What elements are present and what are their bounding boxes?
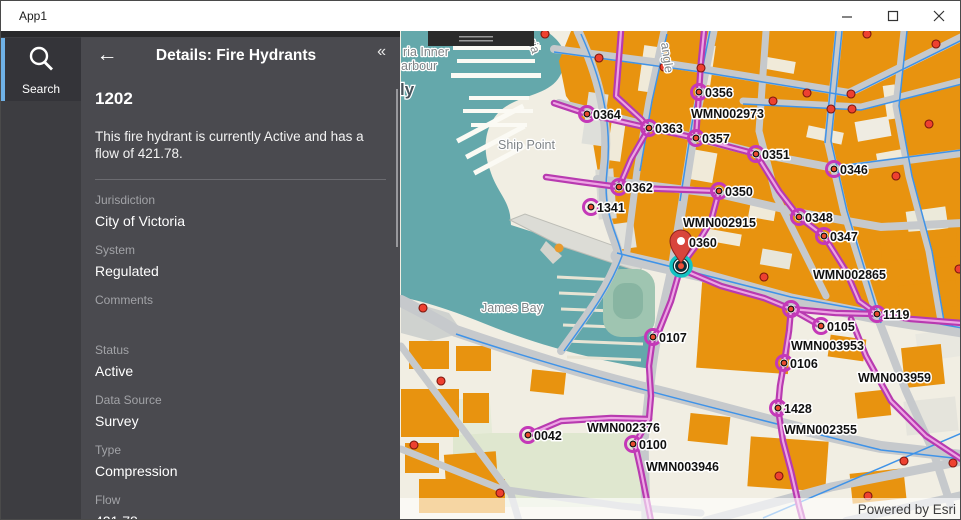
main-label: WMN003959 xyxy=(858,371,931,385)
main-label: WMN003946 xyxy=(646,460,719,474)
main-label: WMN002973 xyxy=(691,107,764,121)
place-label: ly xyxy=(400,80,415,99)
map-view[interactable]: 0364 0356 0363 0357 0351 0346 0362 0350 … xyxy=(400,31,961,520)
collapse-panel-button[interactable]: « xyxy=(377,43,386,61)
hydrant-label: 1428 xyxy=(784,402,812,416)
minimize-button[interactable] xyxy=(824,1,870,31)
hydrant-label: 0356 xyxy=(705,86,733,100)
main-label: WMN002376 xyxy=(587,421,660,435)
field-label: Flow xyxy=(95,493,385,507)
hydrant-label: 0105 xyxy=(827,320,855,334)
hydrant-label: 0364 xyxy=(593,108,621,122)
hydrant-label: 0107 xyxy=(659,331,687,345)
hydrant-label: 1119 xyxy=(883,308,909,322)
hydrant-label: 0350 xyxy=(725,185,753,199)
map-overlay-handle[interactable] xyxy=(428,31,534,46)
hydrant-label: 0106 xyxy=(790,357,818,371)
field-value: Compression xyxy=(95,463,385,479)
selected-hydrant-label: 0360 xyxy=(689,236,717,250)
field-label: System xyxy=(95,243,385,257)
divider xyxy=(95,179,386,180)
window-title: App1 xyxy=(19,9,47,23)
field-value: Survey xyxy=(95,413,385,429)
app-window: App1 Search ← Details: Fire Hydrants xyxy=(0,0,961,520)
place-label: arbour xyxy=(401,59,437,73)
feature-description: This fire hydrant is currently Active an… xyxy=(95,128,387,162)
hydrant-label: 0357 xyxy=(702,132,730,146)
field-type: Type Compression xyxy=(95,443,385,479)
park-inner xyxy=(613,283,643,319)
hydrant-label: 0347 xyxy=(830,230,858,244)
hydrant-label: 0362 xyxy=(625,181,653,195)
field-value: City of Victoria xyxy=(95,213,385,229)
details-panel: ← Details: Fire Hydrants « 1202 This fir… xyxy=(81,37,400,520)
close-button[interactable] xyxy=(916,1,961,31)
hydrant-label: 0348 xyxy=(805,211,833,225)
field-data-source: Data Source Survey xyxy=(95,393,385,429)
close-icon xyxy=(933,10,945,22)
main-label: WMN002865 xyxy=(813,268,886,282)
hydrant-label: 1341 xyxy=(597,201,625,215)
hydrant-label: 0363 xyxy=(655,122,683,136)
field-label: Status xyxy=(95,343,385,357)
fuel-dock-marker xyxy=(555,244,564,253)
hydrant-label: 0351 xyxy=(762,148,790,162)
field-status: Status Active xyxy=(95,343,385,379)
main-label: WMN002915 xyxy=(683,216,756,230)
hydrant-label: 0100 xyxy=(639,438,667,452)
nav-rail: Search xyxy=(1,37,81,520)
field-value: 421.78 xyxy=(95,513,385,520)
field-value: Active xyxy=(95,363,385,379)
field-label: Type xyxy=(95,443,385,457)
field-label: Data Source xyxy=(95,393,385,407)
attribution-text: Powered by Esri xyxy=(858,502,956,517)
minimize-icon xyxy=(841,10,853,22)
title-bar: App1 xyxy=(1,1,961,31)
panel-title: Details: Fire Hydrants xyxy=(121,47,351,65)
search-icon xyxy=(1,44,81,79)
field-label: Comments xyxy=(95,293,385,307)
field-label: Jurisdiction xyxy=(95,193,385,207)
sidebar-item-search[interactable]: Search xyxy=(1,38,81,101)
hydrant-label: 0346 xyxy=(840,163,868,177)
place-label-ship-point: Ship Point xyxy=(498,138,556,152)
field-flow: Flow 421.78 xyxy=(95,493,385,520)
search-label: Search xyxy=(1,82,81,96)
back-button[interactable]: ← xyxy=(91,39,123,71)
feature-id-heading: 1202 xyxy=(95,89,133,109)
maximize-icon xyxy=(887,10,899,22)
panel-scrollbar[interactable] xyxy=(396,89,398,247)
place-label: ria Inner xyxy=(403,45,449,59)
field-system: System Regulated xyxy=(95,243,385,279)
maximize-button[interactable] xyxy=(870,1,916,31)
main-label: WMN003953 xyxy=(791,339,864,353)
main-label: WMN002355 xyxy=(784,423,857,437)
field-comments: Comments xyxy=(95,293,385,313)
place-label-james-bay: James Bay xyxy=(481,301,544,315)
field-value: Regulated xyxy=(95,263,385,279)
field-jurisdiction: Jurisdiction City of Victoria xyxy=(95,193,385,229)
hydrant-label: 0042 xyxy=(534,429,562,443)
